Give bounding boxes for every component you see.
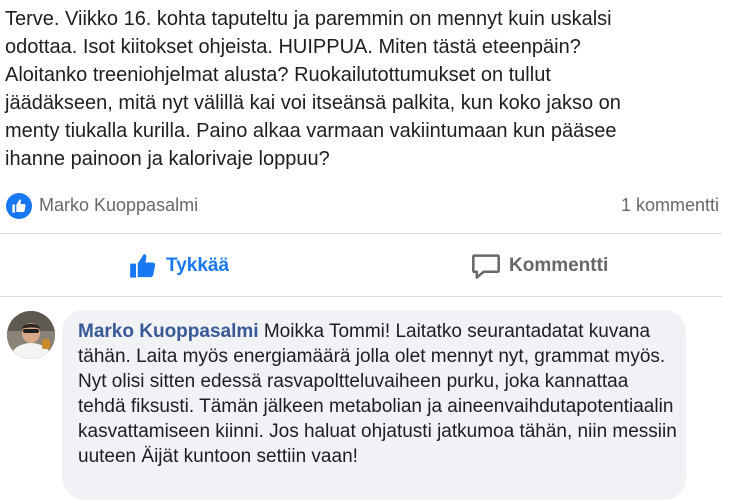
speech-bubble-icon: [472, 254, 500, 279]
comment-label: Kommentti: [509, 255, 609, 276]
comment-author[interactable]: Marko Kuoppasalmi: [78, 321, 259, 342]
like-label: Tykkää: [166, 255, 230, 276]
post-text: Terve. Viikko 16. kohta taputeltu ja par…: [5, 8, 621, 170]
like-button[interactable]: Tykkää: [128, 248, 229, 284]
thumbs-up-icon: [130, 254, 156, 278]
reactor-name[interactable]: Marko Kuoppasalmi: [39, 195, 198, 216]
like-reaction-badge[interactable]: [6, 193, 32, 219]
comment-bubble: Marko Kuoppasalmi Moikka Tommi! Laitatko…: [62, 310, 686, 500]
thumbs-up-icon: [12, 199, 26, 213]
comment-text: Moikka Tommi! Laitatko seurantadatat kuv…: [78, 321, 677, 467]
comment-count[interactable]: 1 kommentti: [621, 195, 719, 216]
divider: [0, 233, 722, 234]
comment-button[interactable]: Kommentti: [471, 248, 608, 284]
comment-body: Marko Kuoppasalmi Moikka Tommi! Laitatko…: [78, 319, 678, 469]
divider: [0, 296, 722, 297]
avatar[interactable]: [7, 311, 55, 359]
reactions-bar: Marko Kuoppasalmi 1 kommentti: [0, 188, 746, 224]
